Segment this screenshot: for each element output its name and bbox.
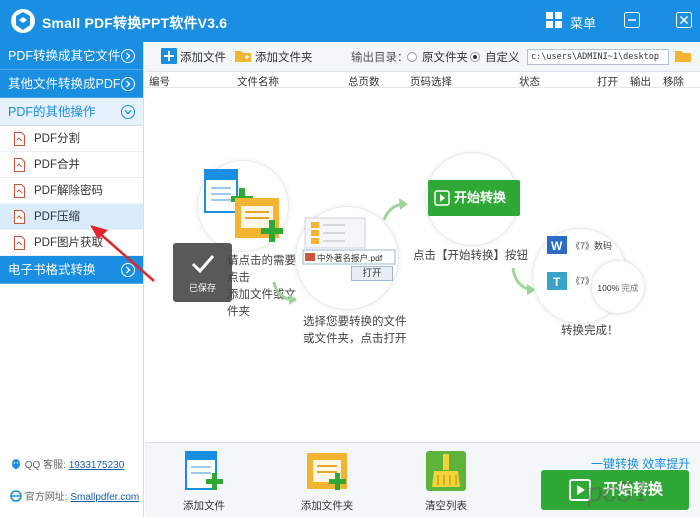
official-site: 官方网址: Smallpdfer.com bbox=[10, 488, 139, 503]
file-icon bbox=[14, 158, 25, 172]
col-output: 输出 bbox=[630, 76, 651, 88]
add-file-button[interactable]: 添加文件 bbox=[180, 49, 226, 65]
add-file-icon bbox=[185, 450, 223, 490]
sidebar-category-pdf-to-other[interactable]: PDF转换成其它文件 bbox=[0, 42, 143, 70]
sidebar-item-pdf-merge[interactable]: PDF合并 bbox=[0, 152, 143, 178]
step2-text: 选择您要转换的文件 或文件夹，点击打开 bbox=[303, 316, 407, 345]
add-folder-icon bbox=[307, 453, 347, 490]
option-original-label: 原文件夹 bbox=[422, 52, 468, 64]
sidebar-item-pdf-unlock[interactable]: PDF解除密码 bbox=[0, 178, 143, 204]
play-icon bbox=[434, 190, 450, 206]
col-open: 打开 bbox=[597, 76, 618, 88]
dialog-open-button: 打开 bbox=[351, 266, 393, 281]
chevron-right-icon bbox=[121, 77, 135, 91]
step-arrow-icon bbox=[382, 198, 408, 221]
sidebar-item-label: PDF压缩 bbox=[34, 211, 80, 223]
sidebar-category-label: 其他文件转换成PDF bbox=[8, 77, 121, 91]
radio-original-folder[interactable] bbox=[407, 52, 417, 62]
dialog-filename: 中外著名报户.pdf bbox=[317, 253, 383, 263]
watermark-logo: pc51 bbox=[586, 478, 651, 508]
text-doc-icon: T bbox=[547, 272, 567, 290]
file-table-header: 编号 文件名称 总页数 页码选择 状态 打开 输出 移除 bbox=[145, 72, 700, 88]
svg-text:W: W bbox=[551, 239, 563, 253]
sidebar-category-label: PDF转换成其它文件 bbox=[8, 49, 121, 63]
qq-label: QQ 客服: bbox=[24, 460, 66, 471]
app-title: Small PDF转换PPT软件V3.6 bbox=[42, 15, 228, 31]
add-file-icon[interactable] bbox=[161, 48, 177, 64]
site-label: 官方网址: bbox=[24, 492, 68, 503]
sidebar-category-label: 电子书格式转换 bbox=[8, 263, 96, 277]
radio-custom[interactable] bbox=[470, 52, 480, 62]
annotation-arrow-icon bbox=[90, 225, 155, 282]
step4-text: 转换完成！ bbox=[561, 325, 619, 337]
step3-text: 点击【开始转换】按钮 bbox=[413, 250, 528, 262]
close-icon[interactable] bbox=[676, 12, 692, 28]
sidebar-category-label: PDF的其他操作 bbox=[8, 105, 96, 119]
col-page-select: 页码选择 bbox=[410, 76, 452, 88]
output-dir-label: 输出目录： bbox=[351, 52, 409, 64]
output-path-input[interactable]: c:\users\ADMINI~1\desktop bbox=[527, 49, 669, 65]
bottom-add-file-button[interactable]: 添加文件 bbox=[179, 450, 229, 513]
bottom-clear-list-button[interactable]: 清空列表 bbox=[421, 451, 471, 513]
sidebar-item-pdf-split[interactable]: PDF分割 bbox=[0, 126, 143, 152]
toolbar: 添加文件 添加文件夹 输出目录： 原文件夹 自定义 c:\users\ADMIN… bbox=[145, 42, 700, 72]
qq-number-link[interactable]: 1933175230 bbox=[69, 460, 125, 471]
sidebar-category-pdf-other-ops[interactable]: PDF的其他操作 bbox=[0, 98, 143, 126]
minimize-icon[interactable] bbox=[624, 12, 640, 28]
sidebar-category-other-to-pdf[interactable]: 其他文件转换成PDF bbox=[0, 70, 143, 98]
option-custom-label: 自定义 bbox=[485, 52, 520, 64]
sidebar-item-label: PDF合并 bbox=[34, 159, 80, 171]
browse-folder-icon[interactable] bbox=[675, 48, 691, 64]
ie-icon bbox=[10, 490, 22, 502]
chevron-right-icon bbox=[121, 49, 135, 63]
file-icon bbox=[14, 210, 25, 224]
step-arrow-icon bbox=[272, 281, 297, 305]
chevron-down-icon bbox=[121, 105, 135, 119]
sidebar-item-label: PDF解除密码 bbox=[34, 185, 103, 197]
add-folder-icon[interactable] bbox=[235, 48, 251, 64]
col-status: 状态 bbox=[519, 76, 540, 88]
file-icon bbox=[14, 132, 25, 146]
col-remove: 移除 bbox=[663, 76, 684, 88]
file-icon bbox=[14, 184, 25, 198]
progress-circle: 100% 完成 bbox=[591, 260, 645, 314]
app-logo-icon bbox=[11, 9, 35, 33]
saved-toast: 已保存 bbox=[173, 243, 232, 302]
word-icon: W bbox=[547, 236, 567, 254]
bottom-add-folder-button[interactable]: 添加文件夹 bbox=[297, 451, 357, 513]
col-number: 编号 bbox=[149, 76, 170, 88]
check-icon bbox=[191, 255, 214, 274]
qq-icon bbox=[12, 459, 20, 469]
broom-icon bbox=[426, 451, 466, 491]
col-pages: 总页数 bbox=[348, 76, 380, 88]
site-url-link[interactable]: Smallpdfer.com bbox=[70, 492, 139, 503]
add-folder-button[interactable]: 添加文件夹 bbox=[255, 49, 313, 65]
col-filename: 文件名称 bbox=[237, 76, 279, 88]
menu-button[interactable]: 菜单 bbox=[570, 13, 596, 32]
sidebar-item-label: PDF分割 bbox=[34, 133, 80, 145]
qq-support: QQ 客服: 1933175230 bbox=[10, 456, 124, 471]
svg-text:T: T bbox=[553, 275, 561, 289]
file-icon bbox=[14, 236, 25, 250]
title-bar: Small PDF转换PPT软件V3.6 菜单 bbox=[0, 0, 700, 42]
result-item-1: 《7》数码 bbox=[571, 241, 613, 251]
step3-start-illustration: 开始转换 bbox=[428, 180, 520, 216]
menu-grid-icon[interactable] bbox=[546, 12, 562, 28]
